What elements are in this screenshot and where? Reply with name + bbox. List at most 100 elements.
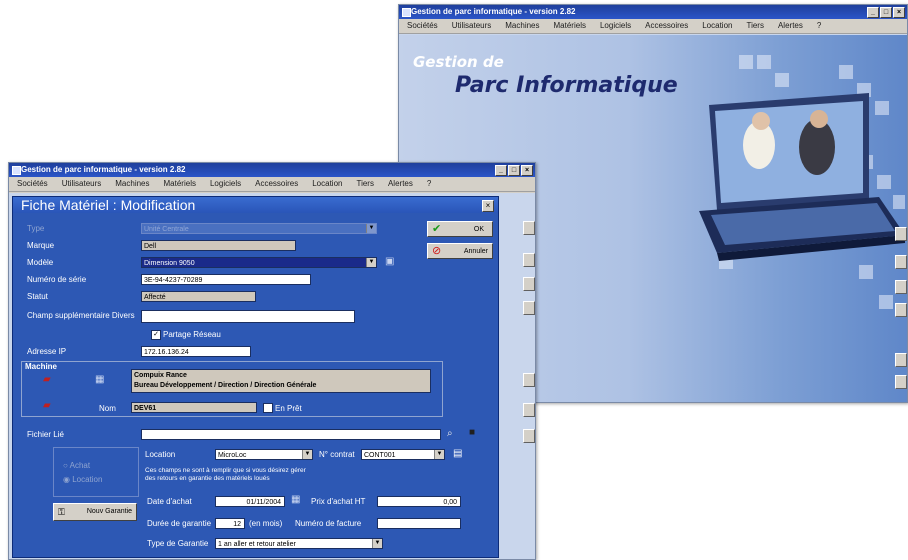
- menu-accessoires[interactable]: Accessoires: [255, 177, 298, 191]
- type-garantie-select[interactable]: 1 an aller et retour atelier ▼: [215, 538, 383, 549]
- side-button-1[interactable]: [895, 227, 907, 241]
- machine-line1: Compuix Rance: [134, 372, 187, 379]
- titlebar: Gestion de parc informatique - version 2…: [9, 163, 535, 177]
- dialog-close-button[interactable]: ×: [482, 200, 494, 212]
- facture-label: Numéro de facture: [295, 519, 362, 528]
- en-pret-checkbox[interactable]: [263, 403, 273, 413]
- maximize-button[interactable]: □: [880, 7, 892, 18]
- menu-help[interactable]: ?: [427, 177, 431, 191]
- menu-tiers[interactable]: Tiers: [356, 177, 373, 191]
- menu-materiels[interactable]: Matériels: [164, 177, 196, 191]
- radio-achat-label: Achat: [69, 461, 91, 470]
- minimize-button[interactable]: _: [867, 7, 879, 18]
- menubar: Sociétés Utilisateurs Machines Matériels…: [9, 177, 535, 192]
- minimize-button[interactable]: _: [495, 165, 507, 176]
- menu-tiers[interactable]: Tiers: [746, 19, 763, 33]
- partage-checkbox[interactable]: ✓: [151, 330, 161, 340]
- dialog-titlebar: Fiche Matériel : Modification ×: [13, 197, 498, 213]
- nom-label: Nom: [99, 404, 116, 413]
- fichier-field[interactable]: [141, 429, 441, 440]
- side-button-5[interactable]: [523, 373, 535, 387]
- radio-achat[interactable]: ○ Achat: [63, 461, 90, 470]
- side-button-4[interactable]: [895, 303, 907, 317]
- contrat-select[interactable]: CONT001 ▼: [361, 449, 445, 460]
- menu-societes[interactable]: Sociétés: [407, 19, 438, 33]
- duree-garantie-field[interactable]: 12: [215, 518, 245, 529]
- ok-label: OK: [473, 226, 484, 233]
- menu-logiciels[interactable]: Logiciels: [210, 177, 241, 191]
- computer-icon[interactable]: ▰: [43, 375, 51, 385]
- cancel-label: Annuler: [463, 248, 488, 255]
- serie-field[interactable]: 3E-94-4237-70289: [141, 274, 311, 285]
- folder-icon[interactable]: ■: [469, 428, 475, 438]
- side-button-4[interactable]: [523, 301, 535, 315]
- menu-utilisateurs[interactable]: Utilisateurs: [62, 177, 102, 191]
- type-select: Unité Centrale ▼: [141, 223, 377, 234]
- calendar-icon[interactable]: ▦: [291, 495, 300, 505]
- ip-field[interactable]: 172.16.136.24: [141, 346, 251, 357]
- ok-button[interactable]: ✔ OK: [427, 221, 493, 237]
- network-icon: ▦: [95, 374, 105, 385]
- menu-materiels[interactable]: Matériels: [554, 19, 586, 33]
- serie-label: Numéro de série: [27, 275, 87, 284]
- dialog-title: Fiche Matériel : Modification: [21, 197, 196, 213]
- chevron-down-icon: ▼: [366, 258, 376, 267]
- champ-field[interactable]: [141, 310, 355, 323]
- menu-societes[interactable]: Sociétés: [17, 177, 48, 191]
- menu-machines[interactable]: Machines: [505, 19, 539, 33]
- acquisition-type-group: [53, 447, 139, 497]
- location-value: MicroLoc: [218, 452, 247, 459]
- machine-location-box: Compuix Rance Bureau Développement / Dir…: [131, 369, 431, 393]
- search-icon[interactable]: ⌕: [447, 429, 453, 439]
- modele-label: Modèle: [27, 258, 54, 267]
- menu-alertes[interactable]: Alertes: [778, 19, 803, 33]
- menu-alertes[interactable]: Alertes: [388, 177, 413, 191]
- duree-unit: (en mois): [249, 519, 283, 528]
- close-button[interactable]: ×: [893, 7, 905, 18]
- side-button-2[interactable]: [895, 255, 907, 269]
- side-button-6[interactable]: [895, 375, 907, 389]
- window-title: Gestion de parc informatique - version 2…: [21, 165, 186, 174]
- location-select[interactable]: MicroLoc ▼: [215, 449, 313, 460]
- location-label: Location: [145, 450, 176, 459]
- menu-utilisateurs[interactable]: Utilisateurs: [452, 19, 492, 33]
- side-button-3[interactable]: [523, 277, 535, 291]
- chevron-down-icon: ▼: [434, 450, 444, 459]
- maximize-button[interactable]: □: [508, 165, 520, 176]
- fichier-label: Fichier Lié: [27, 430, 64, 439]
- facture-field[interactable]: [377, 518, 461, 529]
- radio-location-label: Location: [72, 475, 103, 484]
- menu-accessoires[interactable]: Accessoires: [645, 19, 688, 33]
- side-button-1[interactable]: [523, 221, 535, 235]
- menu-location[interactable]: Location: [312, 177, 342, 191]
- document-icon[interactable]: ▤: [453, 449, 462, 459]
- menu-machines[interactable]: Machines: [115, 177, 149, 191]
- titlebar: Gestion de parc informatique - version 2…: [399, 5, 907, 19]
- nouvelle-garantie-label: Nouv Garantie: [86, 508, 132, 515]
- cancel-button[interactable]: ⊘ Annuler: [427, 243, 493, 259]
- side-button-2[interactable]: [523, 253, 535, 267]
- network-card-icon[interactable]: ▣: [385, 257, 394, 267]
- side-button-6[interactable]: [523, 403, 535, 417]
- app-icon: [12, 166, 21, 175]
- close-button[interactable]: ×: [521, 165, 533, 176]
- radio-location[interactable]: ◉ Location: [63, 475, 102, 484]
- menu-help[interactable]: ?: [817, 19, 821, 33]
- computer-icon[interactable]: ▰: [43, 401, 51, 411]
- side-button-7[interactable]: [523, 429, 535, 443]
- fiche-materiel-dialog: Fiche Matériel : Modification × ✔ OK ⊘ A…: [12, 196, 499, 558]
- side-button-5[interactable]: [895, 353, 907, 367]
- app-icon: [402, 8, 411, 17]
- menu-location[interactable]: Location: [702, 19, 732, 33]
- champ-label: Champ supplémentaire Divers: [27, 311, 135, 320]
- type-value: Unité Centrale: [144, 226, 189, 233]
- prix-achat-field[interactable]: 0,00: [377, 496, 461, 507]
- side-button-3[interactable]: [895, 280, 907, 294]
- modele-select[interactable]: Dimension 9050 ▼: [141, 257, 377, 268]
- menu-logiciels[interactable]: Logiciels: [600, 19, 631, 33]
- type-label: Type: [27, 224, 45, 233]
- chevron-down-icon: ▼: [372, 539, 382, 548]
- machine-header: Machine: [25, 362, 58, 371]
- date-achat-field[interactable]: 01/11/2004: [215, 496, 285, 507]
- nouvelle-garantie-button[interactable]: ⚿ Nouv Garantie: [53, 503, 137, 521]
